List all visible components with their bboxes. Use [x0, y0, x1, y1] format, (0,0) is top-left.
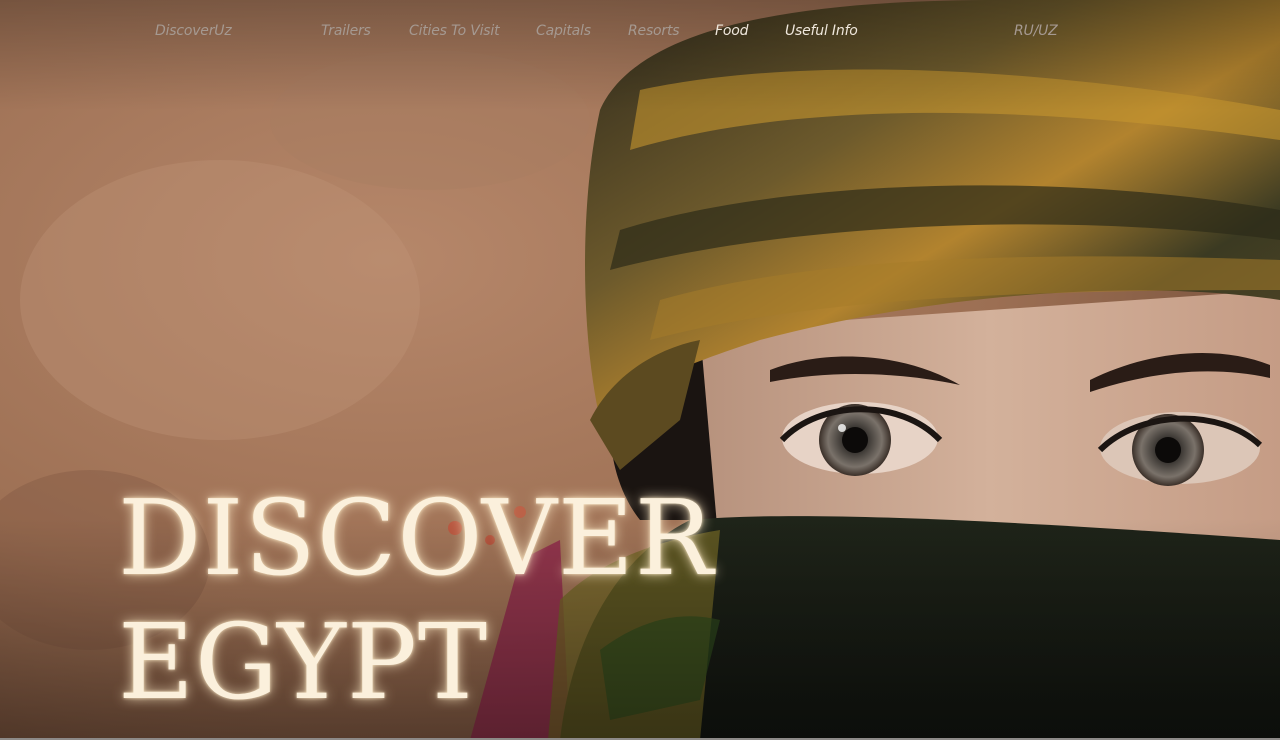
- nav-link-food[interactable]: Food: [715, 23, 748, 39]
- top-navigation: DiscoverUz Trailers Cities To Visit Capi…: [0, 0, 1280, 64]
- hero-title-line-2: EGYPT: [118, 601, 489, 723]
- nav-link-resorts[interactable]: Resorts: [628, 23, 680, 39]
- brand-link[interactable]: DiscoverUz: [155, 23, 232, 39]
- nav-link-capitals[interactable]: Capitals: [536, 23, 591, 39]
- nav-link-cities-to-visit[interactable]: Cities To Visit: [409, 23, 500, 39]
- hero-title: DISCOVER EGYPT: [118, 476, 714, 724]
- language-switch[interactable]: RU/UZ: [1014, 23, 1058, 39]
- nav-link-useful-info[interactable]: Useful Info: [785, 23, 858, 39]
- nav-link-trailers[interactable]: Trailers: [321, 23, 371, 39]
- hero-title-line-1: DISCOVER: [118, 477, 715, 599]
- hero-section: DiscoverUz Trailers Cities To Visit Capi…: [0, 0, 1280, 740]
